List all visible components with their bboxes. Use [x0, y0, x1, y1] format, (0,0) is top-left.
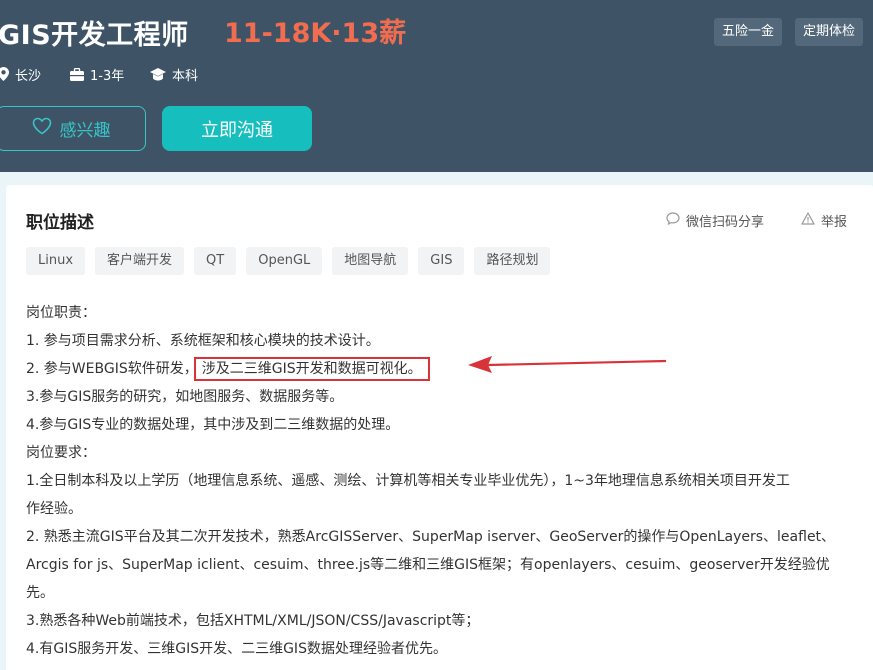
graduation-cap-icon [150, 67, 166, 81]
job-title: GIS开发工程师 [0, 20, 189, 51]
desc-line: 岗位职责： [26, 305, 96, 321]
report-label: 举报 [821, 215, 848, 230]
wechat-share-button[interactable]: 微信扫码分享 [666, 211, 764, 230]
desc-line: Arcgis for js、SuperMap iclient、cesuim、th… [26, 557, 830, 573]
desc-line-highlighted: 2. 参与WEBGIS软件研发， 涉及二三维GIS开发和数据可视化。 [26, 355, 856, 383]
section-title: 职位描述 [26, 213, 94, 233]
desc-line: 3.熟悉各种Web前端技术，包括XHTML/XML/JSON/CSS/Javas… [26, 613, 480, 629]
experience-text: 1-3年 [90, 68, 125, 84]
chat-now-button[interactable]: 立即沟通 [162, 106, 312, 151]
meta-location: 长沙 [0, 64, 41, 84]
skill-tag: Linux [26, 247, 86, 275]
desc-line: 4.参与GIS专业的数据处理，其中涉及到二三维数据的处理。 [26, 417, 400, 433]
desc-line: 2. 熟悉主流GIS平台及其二次开发技术，熟悉ArcGISServer、Supe… [26, 529, 836, 545]
desc-line-text: 2. 参与WEBGIS软件研发， [26, 361, 198, 377]
desc-line: 4.有GIS服务开发、三维GIS开发、二三维GIS数据处理经验者优先。 [26, 641, 447, 657]
heart-icon [32, 117, 52, 140]
skill-tag: GIS [418, 247, 465, 275]
meta-experience: 1-3年 [70, 64, 124, 84]
warning-icon [801, 212, 815, 229]
job-description-text: 岗位职责： 1. 参与项目需求分析、系统框架和核心模块的技术设计。 2. 参与W… [26, 299, 856, 663]
chat-bubble-icon [666, 212, 680, 229]
interest-label: 感兴趣 [59, 121, 111, 141]
location-pin-icon [0, 67, 9, 81]
report-button[interactable]: 举报 [801, 211, 847, 230]
skill-tag: 客户端开发 [95, 247, 185, 275]
desc-line: 岗位要求： [26, 445, 96, 461]
desc-line: 作经验。 [26, 501, 82, 517]
skill-tag: 地图导航 [332, 247, 409, 275]
skill-tags: Linux 客户端开发 QT OpenGL 地图导航 GIS 路径规划 [26, 247, 551, 275]
interest-button[interactable]: 感兴趣 [0, 106, 146, 151]
desc-line: 3.参与GIS服务的研究，如地图服务、数据服务等。 [26, 389, 344, 405]
skill-tag: OpenGL [246, 247, 323, 275]
briefcase-icon [70, 67, 84, 81]
share-label: 微信扫码分享 [686, 215, 765, 230]
location-text: 长沙 [15, 68, 42, 84]
meta-education: 本科 [150, 64, 198, 84]
desc-line: 先。 [26, 585, 54, 601]
education-text: 本科 [172, 68, 199, 84]
perk-tag-insurance: 五险一金 [714, 18, 783, 46]
highlighted-text: 涉及二三维GIS开发和数据可视化。 [193, 357, 430, 381]
job-description-card: 职位描述 微信扫码分享 举报 Linux 客户端开发 QT OpenGL 地图导… [6, 185, 873, 670]
salary: 11-18K·13薪 [224, 18, 407, 49]
desc-line: 1.全日制本科及以上学历（地理信息系统、遥感、测绘、计算机等相关专业毕业优先），… [26, 473, 790, 489]
desc-line: 1. 参与项目需求分析、系统框架和核心模块的技术设计。 [26, 333, 380, 349]
job-header: GIS开发工程师 11-18K·13薪 五险一金 定期体检 长沙 1-3年 本科… [0, 0, 873, 172]
skill-tag: QT [194, 247, 237, 275]
annotation-arrow [468, 356, 667, 373]
skill-tag: 路径规划 [474, 247, 551, 275]
perk-tag-checkup: 定期体检 [795, 18, 864, 46]
